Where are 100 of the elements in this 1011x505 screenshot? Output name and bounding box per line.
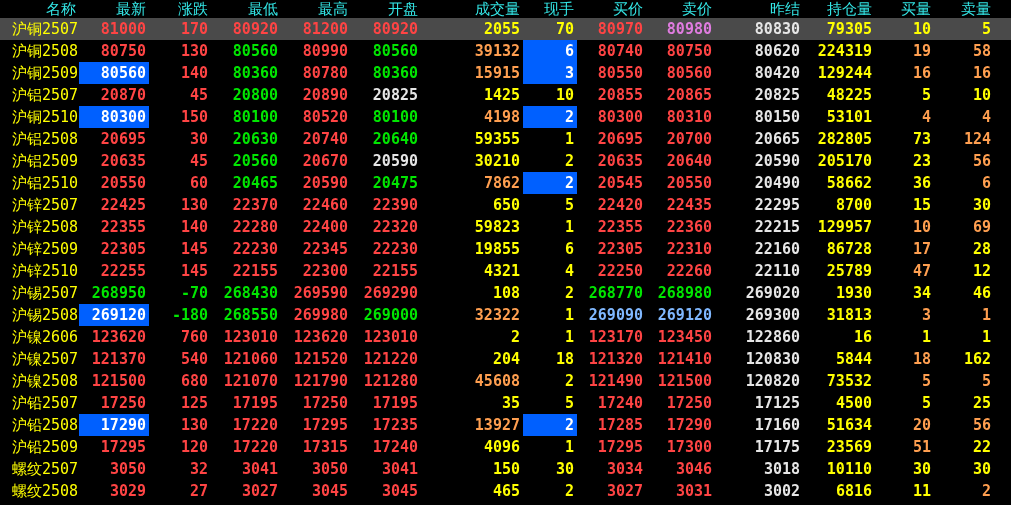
table-cell: 35 [501,395,520,411]
table-cell: 1 [921,329,931,345]
table-cell: 22280 [232,219,278,235]
table-cell: 73532 [826,373,872,389]
table-cell: 51 [912,439,931,455]
table-cell: 80920 [372,21,418,37]
table-row[interactable]: 沪镍2507 121370 540 121060 121520 121220 204 18 121320 121410 120830 5844 18 162 [0,348,1011,370]
column-header[interactable]: 开盘 [351,0,421,18]
table-cell: 8700 [835,197,872,213]
table-cell: 2055 [483,21,520,37]
table-cell: 25789 [826,263,872,279]
table-cell: 80750 [666,43,712,59]
table-row[interactable]: 沪铜2508 80750 130 80560 80990 80560 39132 6 80740 80750 80620 224319 19 58 [0,40,1011,62]
table-cell: 3045 [381,483,418,499]
table-cell: 17240 [372,439,418,455]
table-row[interactable]: 沪铜2509 80560 140 80360 80780 80360 15915 3 80550 80560 80420 129244 16 16 [0,62,1011,84]
column-header[interactable]: 买量 [875,0,934,18]
table-cell: 2 [564,175,574,191]
contract-name: 沪铝2508 [11,129,79,150]
table-cell: 3034 [606,461,643,477]
table-cell: 80780 [302,65,348,81]
table-cell: 269290 [363,285,418,301]
table-cell: -70 [180,285,208,301]
table-row[interactable]: 沪铅2509 17295 120 17220 17315 17240 4096 1 17295 17300 17175 23569 51 22 [0,436,1011,458]
contract-name: 沪锌2510 [11,261,79,282]
table-row[interactable]: 沪锌2510 22255 145 22155 22300 22155 4321 4 22250 22260 22110 25789 47 12 [0,260,1011,282]
table-cell: 22420 [597,197,643,213]
column-header[interactable]: 最新 [79,0,149,18]
table-row[interactable]: 沪锡2507 268950 -70 268430 269590 269290 108 2 268770 268980 269020 1930 34 46 [0,282,1011,304]
table-row[interactable]: 螺纹2507 3050 32 3041 3050 3041 150 30 3034 3046 3018 10110 30 30 [0,458,1011,480]
table-row[interactable]: 沪锌2509 22305 145 22230 22345 22230 19855 6 22305 22310 22160 86728 17 28 [0,238,1011,260]
column-header[interactable]: 昨结 [715,0,803,18]
table-cell: 17220 [232,439,278,455]
table-cell: 269300 [745,307,800,323]
table-row[interactable]: 沪镍2606 123620 760 123010 123620 123010 2 1 123170 123450 122860 16 1 1 [0,326,1011,348]
table-cell: 140 [180,65,208,81]
table-cell: 20635 [597,153,643,169]
table-cell: 5 [564,395,574,411]
table-row[interactable]: 螺纹2508 3029 27 3027 3045 3045 465 2 3027 3031 3002 6816 11 2 [0,480,1011,502]
table-cell: 39132 [474,43,520,59]
table-row[interactable]: 沪铝2508 20695 30 20630 20740 20640 59355 1 20695 20700 20665 282805 73 124 [0,128,1011,150]
table-cell: 17285 [597,417,643,433]
table-cell: 79305 [826,21,872,37]
table-cell: 70 [555,21,574,37]
table-cell: 4198 [483,109,520,125]
table-cell: 1 [564,131,574,147]
column-header[interactable]: 最低 [211,0,281,18]
table-cell: 80920 [232,21,278,37]
table-cell: 17290 [100,417,146,433]
table-row[interactable]: 沪锌2508 22355 140 22280 22400 22320 59823 1 22355 22360 22215 129957 10 69 [0,216,1011,238]
table-row[interactable]: 沪铝2507 20870 45 20800 20890 20825 1425 10 20855 20865 20825 48225 5 10 [0,84,1011,106]
table-cell: 80520 [302,109,348,125]
table-cell: 20855 [597,87,643,103]
table-row[interactable]: 沪铝2510 20550 60 20465 20590 20475 7862 2 20545 20550 20490 58662 36 6 [0,172,1011,194]
table-row[interactable]: 沪铅2508 17290 130 17220 17295 17235 13927 2 17285 17290 17160 51634 20 56 [0,414,1011,436]
table-cell: 125 [180,395,208,411]
table-row[interactable]: 沪锡2508 269120 -180 268550 269980 269000 32322 1 269090 269120 269300 31813 3 1 [0,304,1011,326]
table-cell: 46 [972,285,991,301]
table-cell: 1 [981,307,991,323]
table-row[interactable]: 沪锌2507 22425 130 22370 22460 22390 650 5 22420 22435 22295 8700 15 30 [0,194,1011,216]
table-cell: 268550 [223,307,278,323]
table-cell: 268950 [91,285,146,301]
table-cell: 121490 [588,373,643,389]
column-header[interactable]: 卖量 [934,0,994,18]
table-cell: 123010 [363,329,418,345]
table-row[interactable]: 沪镍2508 121500 680 121070 121790 121280 45608 2 121490 121500 120820 73532 5 5 [0,370,1011,392]
table-cell: 3027 [606,483,643,499]
table-cell: 17195 [232,395,278,411]
column-header[interactable]: 名称 [0,0,79,18]
table-row[interactable]: 沪铜2510 80300 150 80100 80520 80100 4198 2 80300 80310 80150 53101 4 4 [0,106,1011,128]
table-cell: 121320 [588,351,643,367]
table-cell: 3 [921,307,931,323]
table-cell: 121500 [657,373,712,389]
table-cell: 2 [510,329,520,345]
table-cell: 34 [912,285,931,301]
column-header[interactable]: 涨跌 [149,0,211,18]
table-cell: 45608 [474,373,520,389]
column-header[interactable]: 成交量 [421,0,523,18]
table-row[interactable]: 沪铝2509 20635 45 20560 20670 20590 30210 2 20635 20640 20590 205170 23 56 [0,150,1011,172]
column-header[interactable]: 持仓量 [803,0,875,18]
table-cell: 19 [912,43,931,59]
table-row[interactable]: 沪铅2507 17250 125 17195 17250 17195 35 5 17240 17250 17125 4500 5 25 [0,392,1011,414]
table-cell: 145 [180,241,208,257]
table-cell: 6816 [835,483,872,499]
table-cell: 5844 [835,351,872,367]
table-cell: 32322 [474,307,520,323]
table-cell: 1 [564,439,574,455]
contract-name: 螺纹2507 [11,459,79,480]
table-cell: 25 [972,395,991,411]
table-cell: 20695 [100,131,146,147]
table-cell: 2 [564,285,574,301]
column-header[interactable]: 卖价 [646,0,715,18]
column-header[interactable]: 最高 [281,0,351,18]
column-header[interactable]: 现手 [523,0,577,18]
table-cell: 20560 [232,153,278,169]
table-row[interactable]: 沪铜2507 81000 170 80920 81200 80920 2055 70 80970 80980 80830 79305 10 5 [0,18,1011,40]
table-cell: 20475 [372,175,418,191]
table-cell: 73 [912,131,931,147]
table-cell: 28 [972,241,991,257]
column-header[interactable]: 买价 [577,0,646,18]
